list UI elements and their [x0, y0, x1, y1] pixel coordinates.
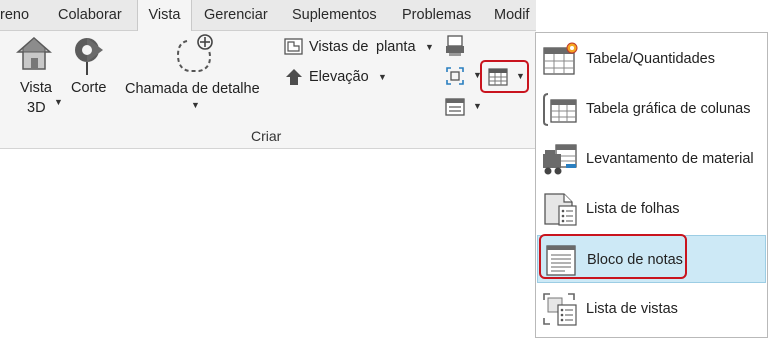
elevation-icon [286, 69, 302, 85]
tab-terreno[interactable]: reno [0, 0, 29, 30]
chamada-detalhe-label: Chamada de detalhe [125, 81, 260, 97]
tab-modificar[interactable]: Modif [494, 0, 529, 30]
elevacao-label: Elevação [309, 69, 369, 85]
floor-plan-icon [284, 38, 303, 55]
chevron-down-icon: ▼ [191, 100, 200, 110]
drafting-view-icon[interactable] [445, 35, 465, 57]
callout-highlight-box [539, 234, 687, 279]
vista-3d-label-line2: 3D [27, 100, 46, 116]
corte-label: Corte [71, 80, 107, 96]
ribbon-panel: Vista 3D ▼ Corte Chamada de detalhe ▼ Vi… [0, 31, 536, 149]
chevron-down-icon: ▼ [516, 71, 525, 81]
menu-item-label: Tabela gráfica de colunas [586, 101, 751, 117]
menu-item-lista-folhas[interactable]: Lista de folhas [537, 185, 766, 233]
vista-3d-label-line1: Vista [20, 80, 52, 96]
vistas-planta-label-b: planta [376, 39, 416, 55]
menu-item-label: Tabela/Quantidades [586, 51, 715, 67]
legend-icon[interactable] [445, 97, 465, 117]
crop-region-icon[interactable] [445, 66, 465, 86]
tab-problemas[interactable]: Problemas [402, 0, 471, 30]
menu-item-tabela-grafica-colunas[interactable]: Tabela gráfica de colunas [537, 85, 766, 133]
tab-gerenciar[interactable]: Gerenciar [204, 0, 268, 30]
chevron-down-icon: ▼ [54, 97, 63, 107]
tab-vista[interactable]: Vista [137, 0, 192, 31]
schedule-table-icon [488, 68, 508, 86]
menu-item-tabela-quantidades[interactable]: Tabela/Quantidades [537, 35, 766, 83]
house-3d-icon [16, 37, 52, 70]
tab-suplementos[interactable]: Suplementos [292, 0, 377, 30]
schedule-quantities-icon [543, 42, 578, 75]
schedules-button[interactable]: ▼ [480, 60, 529, 93]
group-label-criar: Criar [251, 128, 282, 144]
vistas-planta-label-a: Vistas de [309, 39, 369, 55]
chevron-down-icon: ▼ [378, 72, 387, 82]
sheet-list-icon [544, 193, 577, 226]
menu-item-levantamento-material[interactable]: Levantamento de material [537, 135, 766, 183]
tab-colaborar[interactable]: Colaborar [58, 0, 122, 30]
callout-icon [176, 34, 213, 72]
menu-item-label: Lista de vistas [586, 301, 678, 317]
menu-item-label: Lista de folhas [586, 201, 680, 217]
menu-item-lista-vistas[interactable]: Lista de vistas [537, 285, 766, 333]
material-takeoff-icon [543, 144, 577, 175]
view-list-icon [543, 293, 577, 326]
chevron-down-icon: ▼ [473, 101, 482, 111]
schedules-dropdown-menu: Tabela/Quantidades Tabela gráfica de col… [535, 32, 768, 338]
graphical-column-schedule-icon [543, 93, 577, 126]
chevron-down-icon: ▼ [425, 42, 434, 52]
ribbon-tab-bar: reno Colaborar Vista Gerenciar Suplement… [0, 0, 536, 31]
menu-item-label: Levantamento de material [586, 151, 754, 167]
section-icon [75, 38, 103, 75]
